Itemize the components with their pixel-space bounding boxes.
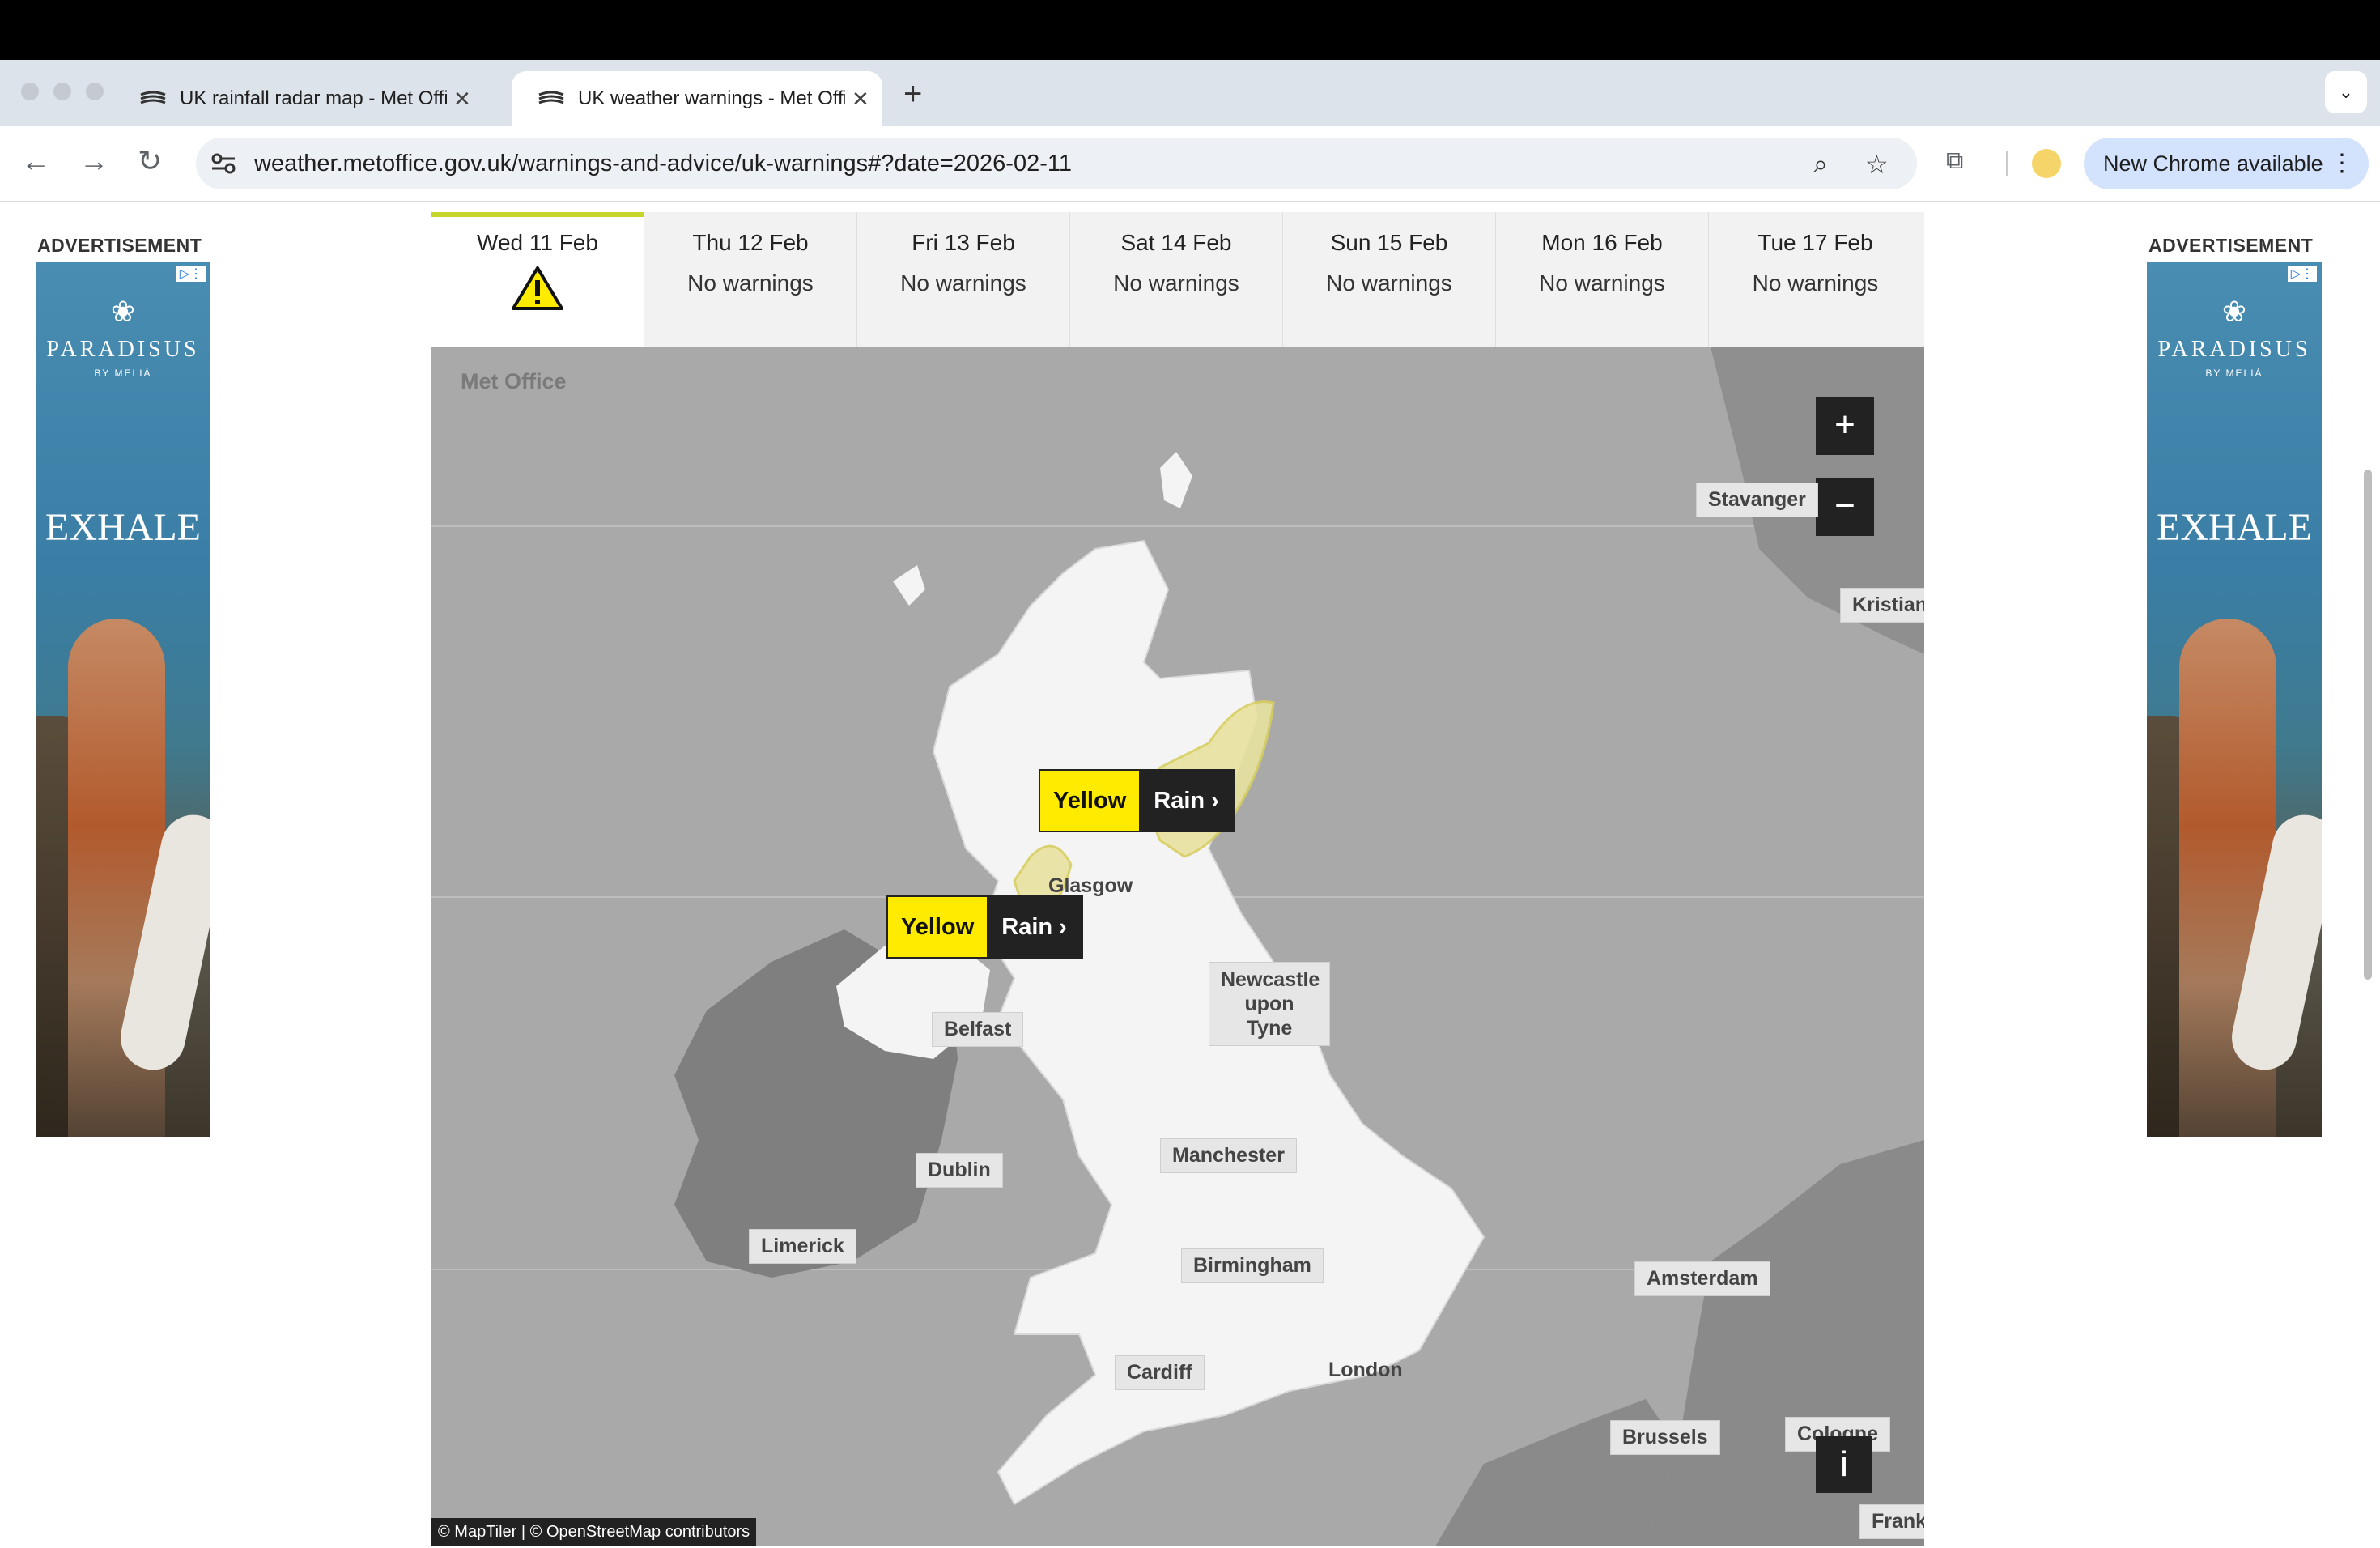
city-label-frankfurt: Frankf xyxy=(1859,1504,1924,1539)
day-name: Thu 12 Feb xyxy=(692,230,809,255)
ad-headline: EXHALE xyxy=(45,506,201,549)
warning-level: Yellow xyxy=(1040,771,1140,831)
warning-triangle-icon xyxy=(512,266,563,310)
tab-title: UK weather warnings - Met Office xyxy=(578,87,845,109)
tab-close-icon[interactable]: ✕ xyxy=(852,87,869,112)
city-label-brussels: Brussels xyxy=(1610,1420,1720,1455)
brand-flower-icon: ❀ xyxy=(2221,295,2247,328)
bookmark-star-icon[interactable]: ☆ xyxy=(1865,149,1889,180)
advertisement-left[interactable]: ▷⋮ ❀ PARADISUS BY MELIÁ EXHALE xyxy=(36,262,210,1137)
forward-arrow-icon[interactable]: → xyxy=(79,144,108,178)
tab-close-icon[interactable]: ✕ xyxy=(453,87,471,112)
day-status: No warnings xyxy=(1113,270,1239,296)
shetland-island xyxy=(1160,452,1192,508)
screen-top-bar xyxy=(0,0,2380,60)
day-tab-tue-17-feb[interactable]: Tue 17 Feb No warnings xyxy=(1709,212,1922,347)
city-label-limerick: Limerick xyxy=(749,1229,856,1264)
profile-avatar[interactable] xyxy=(2032,149,2061,178)
ad-brand-sub: BY MELIÁ xyxy=(94,368,152,379)
map-info-button[interactable]: i xyxy=(1816,1436,1872,1493)
address-bar[interactable]: weather.metoffice.gov.uk/warnings-and-ad… xyxy=(196,138,1917,189)
day-tab-sun-15-feb[interactable]: Sun 15 Feb No warnings xyxy=(1283,212,1496,347)
warning-marker-yellow-rain-west[interactable]: Yellow Rain › xyxy=(888,897,1082,957)
day-name: Sat 14 Feb xyxy=(1120,230,1232,255)
city-label-birmingham: Birmingham xyxy=(1181,1248,1324,1283)
warning-marker-yellow-rain-east[interactable]: Yellow Rain › xyxy=(1040,771,1234,831)
browser-toolbar: ← → ↻ weather.metoffice.gov.uk/warnings-… xyxy=(0,126,2380,202)
toolbar-divider xyxy=(2006,151,2008,176)
city-label-cardiff: Cardiff xyxy=(1115,1355,1205,1390)
met-office-favicon-icon xyxy=(538,91,564,104)
ad-brand-sub: BY MELIÁ xyxy=(2205,368,2263,379)
window-minimize-dot[interactable] xyxy=(53,83,71,100)
ad-brand: PARADISUS xyxy=(2157,337,2311,362)
met-office-map-logo: Met Office xyxy=(461,369,567,393)
day-tab-wed-11-feb[interactable]: Wed 11 Feb xyxy=(431,212,644,347)
zoom-in-button[interactable]: + xyxy=(1816,397,1874,455)
day-tab-sat-14-feb[interactable]: Sat 14 Feb No warnings xyxy=(1070,212,1283,347)
advertisement-right[interactable]: ▷⋮ ❀ PARADISUS BY MELIÁ EXHALE xyxy=(2147,262,2322,1137)
ad-headline: EXHALE xyxy=(2157,506,2312,549)
back-arrow-icon[interactable]: ← xyxy=(21,144,50,178)
day-status: No warnings xyxy=(1752,270,1879,296)
day-status: No warnings xyxy=(687,270,814,296)
adchoices-icon[interactable]: ▷⋮ xyxy=(176,266,206,282)
hebrides-island xyxy=(893,565,925,606)
browser-tab-warnings[interactable]: UK weather warnings - Met Office ✕ xyxy=(512,71,882,126)
page-scrollbar-thumb[interactable] xyxy=(2364,470,2372,980)
day-tab-fri-13-feb[interactable]: Fri 13 Feb No warnings xyxy=(857,212,1070,347)
site-settings-icon[interactable] xyxy=(210,152,236,175)
day-name: Mon 16 Feb xyxy=(1541,230,1663,255)
day-tab-mon-16-feb[interactable]: Mon 16 Feb No warnings xyxy=(1496,212,1709,347)
warning-day-tabs: Wed 11 Feb Thu 12 Feb No warnings Fri 13… xyxy=(431,212,1924,347)
zoom-magnifier-icon[interactable]: ⌕ xyxy=(1813,149,1828,180)
ad-brand: PARADISUS xyxy=(46,337,200,362)
city-label-london: London xyxy=(1328,1359,1403,1381)
warnings-map[interactable]: Met Office + − Stavanger Kristians Glasg… xyxy=(431,347,1924,1546)
adchoices-icon[interactable]: ▷⋮ xyxy=(2287,266,2317,282)
city-label-kristiansand: Kristians xyxy=(1840,588,1924,623)
reload-icon[interactable]: ↻ xyxy=(138,144,162,178)
new-chrome-label: New Chrome available xyxy=(2103,151,2323,176)
url-text: weather.metoffice.gov.uk/warnings-and-ad… xyxy=(254,151,1072,176)
new-chrome-available-button[interactable]: New Chrome available ⋮ xyxy=(2084,138,2369,189)
day-name: Sun 15 Feb xyxy=(1330,230,1448,255)
tab-title: UK rainfall radar map - Met Office xyxy=(180,87,447,109)
browser-tab-strip: UK rainfall radar map - Met Office ✕ UK … xyxy=(0,60,2380,126)
city-label-amsterdam: Amsterdam xyxy=(1634,1261,1770,1296)
day-name: Fri 13 Feb xyxy=(912,230,1015,255)
brand-flower-icon: ❀ xyxy=(110,295,136,328)
met-office-favicon-icon xyxy=(140,91,166,104)
day-name: Tue 17 Feb xyxy=(1757,230,1873,255)
advertisement-label-right: ADVERTISEMENT xyxy=(2148,235,2314,256)
europe-landmass xyxy=(1646,1140,1924,1546)
browser-tab-rainfall[interactable]: UK rainfall radar map - Met Office ✕ xyxy=(113,71,494,126)
map-attribution[interactable]: © MapTiler | © OpenStreetMap contributor… xyxy=(431,1518,757,1546)
advertisement-label-left: ADVERTISEMENT xyxy=(37,235,202,256)
day-status: No warnings xyxy=(1539,270,1665,296)
tab-search-button[interactable]: ⌄ xyxy=(2325,71,2367,113)
warning-level: Yellow xyxy=(888,897,988,957)
city-label-stavanger: Stavanger xyxy=(1696,483,1818,517)
new-tab-button[interactable]: + xyxy=(903,76,922,113)
window-zoom-dot[interactable] xyxy=(86,83,104,100)
city-label-dublin: Dublin xyxy=(916,1153,1003,1188)
city-label-belfast: Belfast xyxy=(932,1012,1024,1047)
day-status: No warnings xyxy=(1326,270,1452,296)
city-label-newcastle: Newcastle upon Tyne xyxy=(1209,962,1330,1046)
city-label-manchester: Manchester xyxy=(1160,1138,1297,1173)
kebab-menu-icon[interactable]: ⋮ xyxy=(2330,138,2354,189)
warning-type: Rain › xyxy=(987,897,1082,957)
extensions-puzzle-icon[interactable]: ⧉ xyxy=(1946,147,1963,175)
warning-type: Rain › xyxy=(1139,771,1234,831)
day-name: Wed 11 Feb xyxy=(477,230,598,255)
day-status: No warnings xyxy=(900,270,1026,296)
window-close-dot[interactable] xyxy=(21,83,39,100)
day-tab-thu-12-feb[interactable]: Thu 12 Feb No warnings xyxy=(644,212,857,347)
zoom-out-button[interactable]: − xyxy=(1816,478,1874,536)
